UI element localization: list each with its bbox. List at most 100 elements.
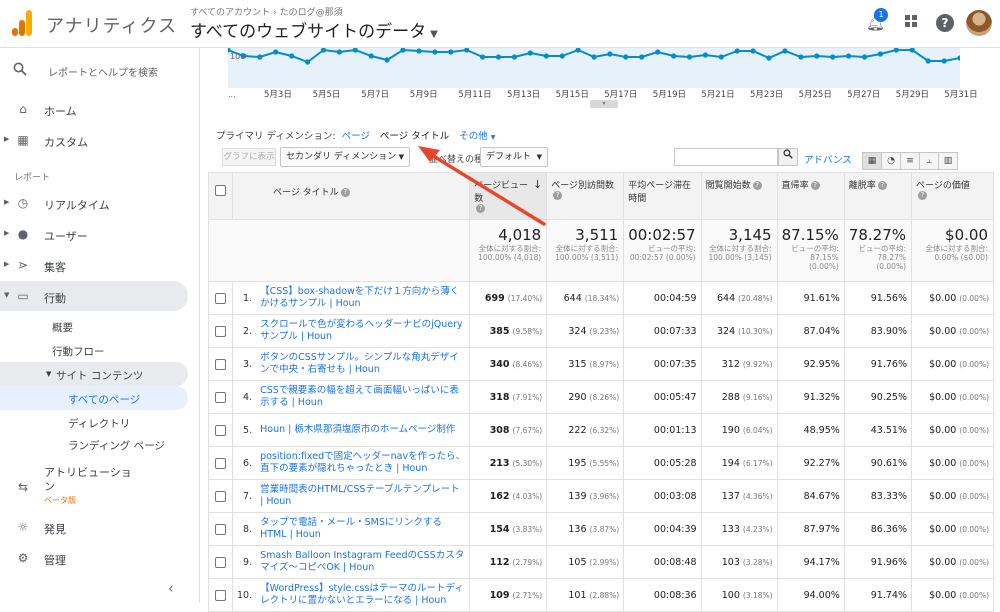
chart-point[interactable] xyxy=(877,51,884,57)
chart-point[interactable] xyxy=(830,54,836,60)
chart-point[interactable] xyxy=(559,53,565,59)
chart-point[interactable] xyxy=(511,54,517,60)
chart-point[interactable] xyxy=(734,48,740,54)
row-checkbox[interactable] xyxy=(215,457,226,469)
chart-point[interactable] xyxy=(607,51,613,57)
sidebar-search[interactable]: レポートとヘルプを検索 xyxy=(0,56,200,86)
col-pageviews[interactable]: ↓ ページビュー数? xyxy=(469,172,548,220)
help-icon[interactable]: ? xyxy=(553,191,563,200)
page-title-link[interactable]: 【WordPress】style.cssはテーマのルートディレクトリに置かないと… xyxy=(256,578,471,612)
chart-point[interactable] xyxy=(289,53,295,59)
help-icon[interactable]: ? xyxy=(810,181,820,190)
table-search-input[interactable] xyxy=(674,148,778,166)
chart-point[interactable] xyxy=(273,49,279,55)
chart-point[interactable] xyxy=(305,59,311,65)
chart-point[interactable] xyxy=(495,54,502,60)
sidebar-item-behavior-flow[interactable]: 行動フロー xyxy=(0,338,188,362)
chart-point[interactable] xyxy=(257,54,263,60)
chart-point[interactable] xyxy=(846,53,852,59)
table-view-icon[interactable]: ▦ xyxy=(862,152,882,170)
table-search-button[interactable] xyxy=(778,148,798,166)
chart-point[interactable] xyxy=(432,49,438,55)
chart-expand-handle[interactable]: ▾ xyxy=(590,100,618,108)
pivot-view-icon[interactable]: ▥ xyxy=(938,152,958,170)
row-checkbox[interactable] xyxy=(215,556,226,568)
sidebar-item-overview[interactable]: 概要 xyxy=(0,314,188,338)
page-title-link[interactable]: Smash Balloon Instagram FeedのCSSカスタマイズ〜コ… xyxy=(256,545,471,579)
row-checkbox[interactable] xyxy=(215,424,226,436)
chart-point[interactable] xyxy=(448,49,454,55)
chart-point[interactable] xyxy=(480,54,486,60)
sidebar-item-site-content[interactable]: ▼ サイト コンテンツ xyxy=(0,362,188,386)
view-title[interactable]: すべてのウェブサイトのデータ xyxy=(190,22,426,42)
chart-point[interactable] xyxy=(718,54,724,60)
sidebar-item-behavior[interactable]: ▼ ▭ 行動 xyxy=(0,281,188,311)
col-entrances[interactable]: 閲覧開始数? xyxy=(700,172,778,220)
performance-view-icon[interactable]: ≡ xyxy=(900,152,920,170)
dimension-page-title[interactable]: ページ タイトル xyxy=(380,131,449,142)
dimension-other-link[interactable]: その他 ▼ xyxy=(459,131,495,142)
chart-point[interactable] xyxy=(861,54,868,60)
pie-view-icon[interactable]: ◔ xyxy=(881,152,901,170)
chart-point[interactable] xyxy=(782,48,788,54)
sidebar-item-custom[interactable]: ▶ ▦ カスタム xyxy=(0,125,188,155)
chart-point[interactable] xyxy=(336,49,342,55)
secondary-dimension-select[interactable]: セカンダリ ディメンション ▼ xyxy=(280,147,410,167)
help-icon[interactable]: ? xyxy=(476,204,486,213)
sort-type-select[interactable]: デフォルト ▼ xyxy=(480,147,548,167)
row-checkbox[interactable] xyxy=(215,292,226,304)
page-title-link[interactable]: 【CSS】box-shadowを下だけ１方向から薄くかけるサンプル | Houn xyxy=(256,281,471,315)
comparison-view-icon[interactable]: ⫠ xyxy=(919,152,939,170)
chart-point[interactable] xyxy=(750,48,756,54)
col-avg-time[interactable]: 平均ページ滞在時間 xyxy=(623,172,702,220)
analytics-logo-icon[interactable] xyxy=(12,10,32,36)
collapse-sidebar-icon[interactable]: ‹ xyxy=(168,581,174,597)
col-page-value[interactable]: ページの価値? xyxy=(911,172,994,220)
select-all-checkbox[interactable] xyxy=(215,185,226,196)
chart-point[interactable] xyxy=(925,58,931,64)
row-checkbox[interactable] xyxy=(215,391,226,403)
avatar[interactable] xyxy=(966,10,992,36)
help-icon[interactable]: ? xyxy=(918,191,927,200)
sidebar-item-admin[interactable]: ⚙ 管理 xyxy=(0,543,188,573)
row-checkbox[interactable] xyxy=(215,490,226,502)
col-page-title[interactable]: ページ タイトル? xyxy=(231,172,471,220)
bell-icon[interactable]: 🔔︎ 1 xyxy=(866,8,888,32)
chart-point[interactable] xyxy=(655,49,661,55)
page-title-link[interactable]: ボタンのCSSサンプル。シンプルな角丸デザインで中央・右寄せも | Houn xyxy=(256,347,471,381)
col-bounce-rate[interactable]: 直帰率? xyxy=(776,172,845,220)
help-icon[interactable]: ? xyxy=(752,181,762,190)
chart-point[interactable] xyxy=(671,53,677,59)
dimension-page-link[interactable]: ページ xyxy=(342,131,370,142)
row-checkbox[interactable] xyxy=(215,589,226,601)
chart-point[interactable] xyxy=(623,54,629,60)
chart-point[interactable] xyxy=(639,54,645,60)
sidebar-item-attribution[interactable]: ⇆ アトリビューション ベータ版 xyxy=(0,460,188,508)
row-checkbox[interactable] xyxy=(215,358,226,370)
help-icon[interactable]: ? xyxy=(936,14,954,32)
sidebar-item-landing-pages[interactable]: ランディング ページ xyxy=(0,432,188,462)
sidebar-item-users[interactable]: ▶ ● ユーザー xyxy=(0,219,188,249)
chart-point[interactable] xyxy=(814,53,820,59)
chart-point[interactable] xyxy=(384,57,390,63)
page-title-link[interactable]: タップで電話・メール・SMSにリンクするHTML | Houn xyxy=(256,512,471,546)
chart-point[interactable] xyxy=(798,54,804,60)
chart-point[interactable] xyxy=(686,54,693,60)
help-icon[interactable]: ? xyxy=(877,181,887,190)
chart-point[interactable] xyxy=(368,53,374,59)
chart-point[interactable] xyxy=(941,58,947,64)
apps-grid-icon[interactable] xyxy=(902,14,920,32)
help-icon[interactable]: ? xyxy=(340,188,350,197)
sidebar-item-home[interactable]: ⌂ ホーム xyxy=(0,94,188,124)
chart-point[interactable] xyxy=(591,54,597,60)
sidebar-item-acquisition[interactable]: ▶ ⋗ 集客 xyxy=(0,250,188,280)
page-title-link[interactable]: CSSで親要素の幅を超えて画面幅いっぱいに表示する | Houn xyxy=(256,380,471,414)
col-exit-rate[interactable]: 離脱率? xyxy=(843,172,913,220)
page-title-link[interactable]: Houn | 栃木県那須塩原市のホームページ制作 xyxy=(256,413,471,447)
plot-rows-button[interactable]: グラフに表示 xyxy=(222,148,276,166)
chart-point[interactable] xyxy=(527,50,533,56)
sidebar-item-all-pages[interactable]: すべてのページ xyxy=(0,386,188,410)
chart-point[interactable] xyxy=(416,48,422,54)
advanced-filter-link[interactable]: アドバンス xyxy=(804,152,852,166)
sidebar-item-directory[interactable]: ディレクトリ xyxy=(0,410,188,434)
